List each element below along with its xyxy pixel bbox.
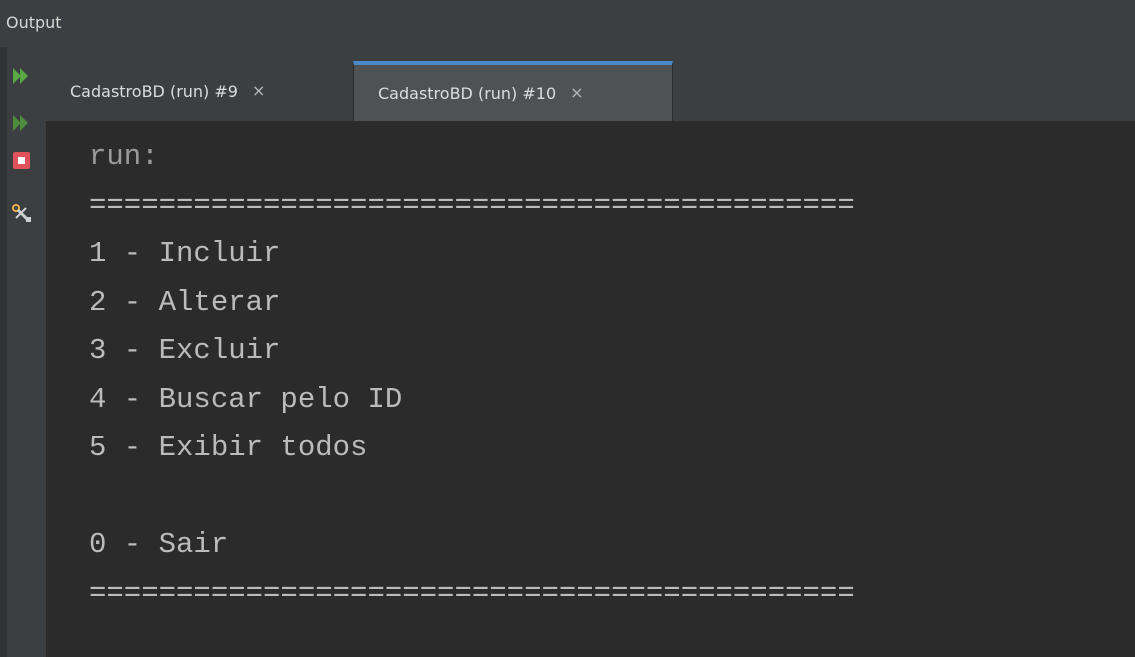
settings-button[interactable] bbox=[7, 199, 37, 229]
output-title-bar: Output bbox=[0, 0, 1135, 47]
console-line: ========================================… bbox=[89, 188, 855, 222]
close-icon[interactable]: × bbox=[252, 83, 265, 99]
left-edge-strip bbox=[0, 47, 7, 657]
console-line: run: bbox=[89, 140, 159, 173]
tab-run-10[interactable]: CadastroBD (run) #10 × bbox=[353, 61, 673, 121]
output-window: Output CadastroBD (run) #9 × CadastroBD … bbox=[0, 0, 1135, 657]
console-output[interactable]: run: ===================================… bbox=[46, 122, 1135, 657]
console-line: 3 - Excluir bbox=[89, 334, 281, 367]
console-line: 4 - Buscar pelo ID bbox=[89, 382, 403, 416]
rerun-failed-button[interactable] bbox=[7, 108, 37, 138]
settings-icon bbox=[12, 204, 31, 222]
console-lines: run: ===================================… bbox=[89, 139, 855, 624]
rerun-failed-icon bbox=[13, 115, 28, 131]
console-line: ========================================… bbox=[89, 576, 855, 610]
tabs-strip: CadastroBD (run) #9 × CadastroBD (run) #… bbox=[46, 47, 1135, 122]
stop-icon bbox=[13, 152, 30, 169]
console-line: 0 - Sair bbox=[89, 528, 229, 561]
panel-title: Output bbox=[6, 13, 62, 32]
stop-button[interactable] bbox=[7, 146, 37, 176]
output-toolbar bbox=[7, 47, 46, 657]
tab-run-9[interactable]: CadastroBD (run) #9 × bbox=[46, 61, 352, 121]
console-line: 5 - Exibir todos bbox=[89, 431, 368, 464]
tab-label: CadastroBD (run) #9 bbox=[70, 81, 238, 101]
tab-label: CadastroBD (run) #10 bbox=[378, 83, 557, 103]
console-line: 2 - Alterar bbox=[89, 285, 281, 319]
rerun-button[interactable] bbox=[7, 61, 37, 91]
rerun-icon bbox=[13, 68, 28, 84]
console-line: 1 - Incluir bbox=[89, 237, 281, 270]
close-icon[interactable]: × bbox=[570, 85, 583, 101]
